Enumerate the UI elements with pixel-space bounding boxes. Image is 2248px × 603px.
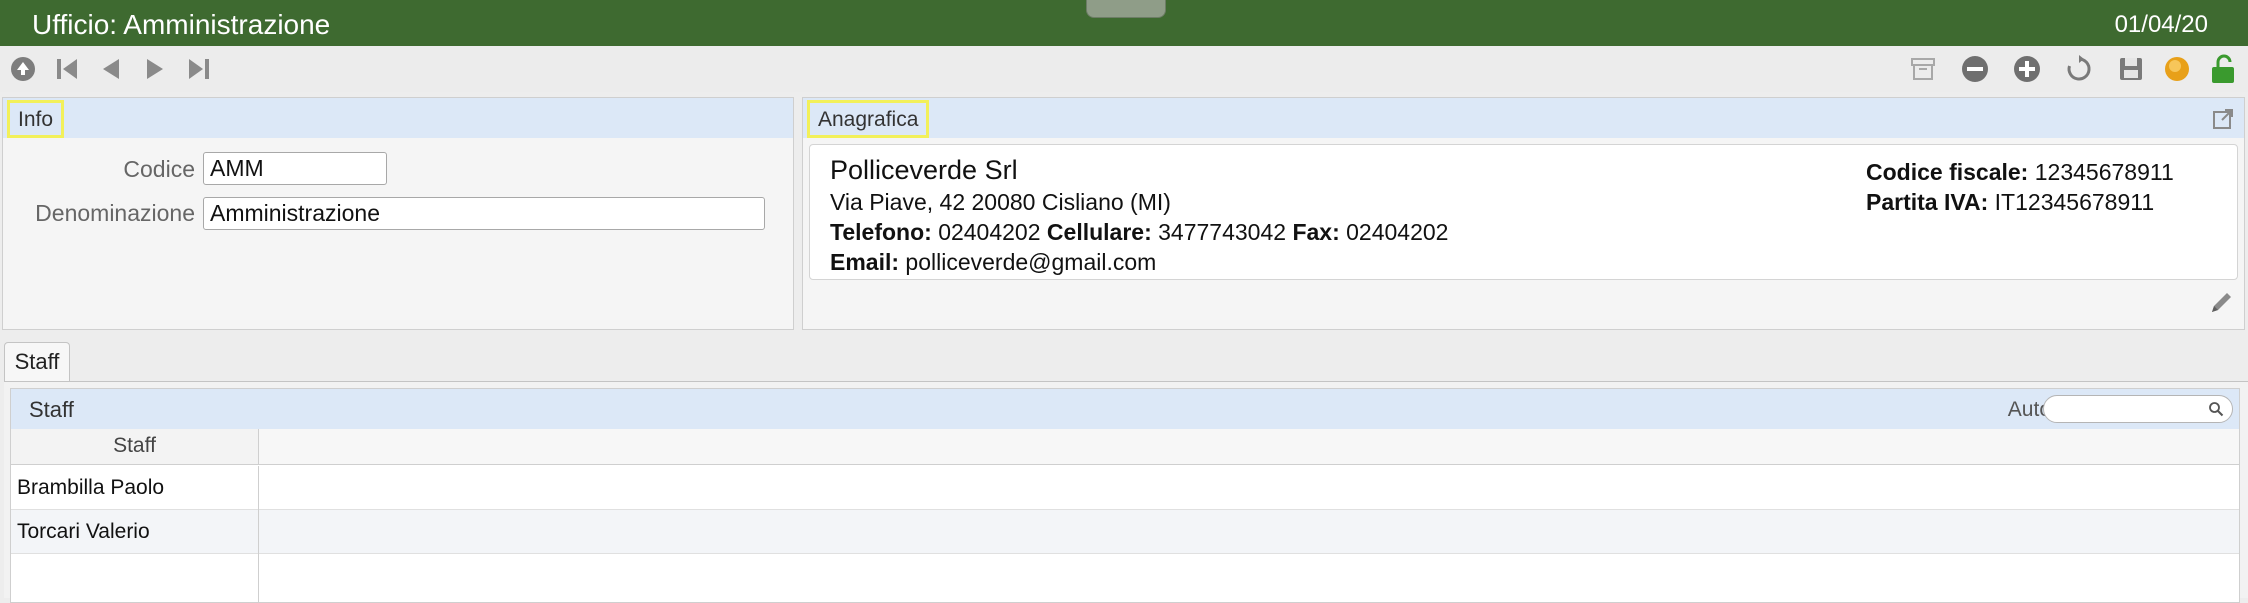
archive-icon[interactable] xyxy=(1906,52,1940,86)
partita-iva-line: Partita IVA: IT12345678911 xyxy=(1866,189,2154,216)
empty-column-area xyxy=(11,553,259,602)
add-icon[interactable] xyxy=(2010,52,2044,86)
anagrafica-panel: Anagrafica Polliceverde Srl Via Piave, 4… xyxy=(802,97,2245,330)
cellulare-value: 3477743042 xyxy=(1158,219,1287,245)
window-date: 01/04/20 xyxy=(2114,11,2208,38)
telefono-label: Telefono: xyxy=(830,219,932,245)
previous-record-icon[interactable] xyxy=(94,52,128,86)
column-header-filler xyxy=(259,429,2239,465)
codice-fiscale-value: 12345678911 xyxy=(2034,159,2174,185)
window-titlebar: Ufficio: Amministrazione 01/04/20 xyxy=(0,0,2248,46)
info-panel-title: Info xyxy=(7,100,65,138)
tab-staff-body: Staff Auto Staff Brambilla Paolo Torcari… xyxy=(4,381,2248,603)
email-label: Email: xyxy=(830,249,900,275)
codice-label: Codice xyxy=(123,156,195,182)
codice-fiscale-label: Codice fiscale: xyxy=(1866,159,2029,185)
remove-icon[interactable] xyxy=(1958,52,1992,86)
partita-iva-value: IT12345678911 xyxy=(1994,189,2155,215)
company-name: Polliceverde Srl xyxy=(830,155,1018,185)
first-record-icon[interactable] xyxy=(50,52,84,86)
fax-value: 02404202 xyxy=(1346,219,1449,245)
fax-label: Fax: xyxy=(1292,219,1340,245)
staff-column-header[interactable]: Staff xyxy=(11,429,259,465)
staff-grid-header: Staff Auto xyxy=(11,389,2239,429)
search-icon[interactable] xyxy=(2208,401,2224,422)
table-row[interactable]: Brambilla Paolo xyxy=(11,466,2239,510)
anagrafica-panel-header: Anagrafica xyxy=(803,98,2244,138)
tab-staff[interactable]: Staff xyxy=(4,342,70,382)
partita-iva-label: Partita IVA: xyxy=(1866,189,1989,215)
open-external-icon[interactable] xyxy=(2212,108,2234,135)
anagrafica-card: Polliceverde Srl Via Piave, 42 20080 Cis… xyxy=(809,144,2238,280)
staff-grid: Staff Auto Staff Brambilla Paolo Torcari… xyxy=(10,388,2240,603)
staff-grid-title: Staff xyxy=(29,397,74,422)
denominazione-input[interactable] xyxy=(203,197,765,230)
staff-name-cell: Torcari Valerio xyxy=(11,510,259,554)
drag-handle[interactable] xyxy=(1086,0,1166,18)
status-light-icon xyxy=(2160,52,2194,86)
edit-pencil-icon[interactable] xyxy=(2206,288,2236,323)
up-circle-icon[interactable] xyxy=(6,52,40,86)
telefono-value: 02404202 xyxy=(938,219,1041,245)
staff-search-box[interactable] xyxy=(2043,395,2233,423)
staff-search-input[interactable] xyxy=(2054,398,2202,420)
cellulare-label: Cellulare: xyxy=(1046,219,1152,245)
info-panel: Info Codice Denominazione xyxy=(2,97,794,330)
company-address: Via Piave, 42 20080 Cisliano (MI) xyxy=(830,189,1171,215)
contact-line: Telefono: 02404202 Cellulare: 3477743042… xyxy=(830,219,1448,246)
anagrafica-panel-title: Anagrafica xyxy=(807,100,930,138)
unlock-icon[interactable] xyxy=(2206,52,2240,86)
refresh-icon[interactable] xyxy=(2062,52,2096,86)
table-row[interactable]: Torcari Valerio xyxy=(11,510,2239,554)
codice-fiscale-line: Codice fiscale: 12345678911 xyxy=(1866,159,2174,186)
window-title: Ufficio: Amministrazione xyxy=(32,9,331,40)
codice-input[interactable] xyxy=(203,152,387,185)
email-line: Email: polliceverde@gmail.com xyxy=(830,249,1156,276)
next-record-icon[interactable] xyxy=(138,52,172,86)
denominazione-label: Denominazione xyxy=(35,200,195,226)
save-icon[interactable] xyxy=(2114,52,2148,86)
staff-name-cell: Brambilla Paolo xyxy=(11,466,259,510)
email-value: polliceverde@gmail.com xyxy=(905,249,1157,275)
last-record-icon[interactable] xyxy=(182,52,216,86)
info-panel-header: Info xyxy=(3,98,793,138)
toolbar xyxy=(0,46,2248,92)
